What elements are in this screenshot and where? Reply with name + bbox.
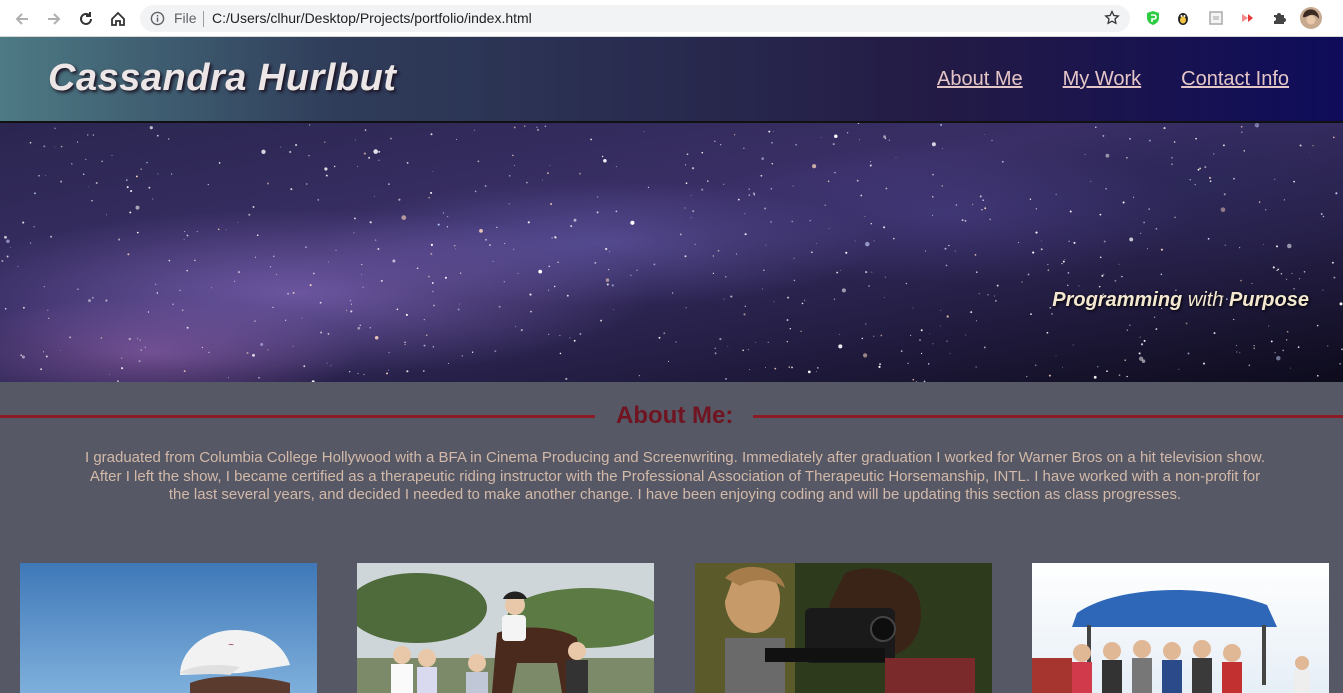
url-text[interactable]: C:/Users/clhur/Desktop/Projects/portfoli…: [212, 10, 532, 26]
tagline-word-programming: Programming: [1052, 289, 1183, 311]
about-heading-row: About Me:: [0, 400, 1343, 434]
forward-icon[interactable]: [42, 7, 66, 31]
photo-group-tent: [1032, 563, 1329, 693]
about-heading: About Me:: [616, 402, 734, 429]
reload-icon[interactable]: [74, 7, 98, 31]
shield-extension-icon[interactable]: [1143, 8, 1163, 28]
divider: [203, 11, 204, 27]
puzzle-icon[interactable]: [1269, 8, 1289, 28]
file-label: File: [174, 10, 197, 26]
heading-rule-right: [753, 415, 1343, 418]
starfield-image: [1, 123, 1343, 382]
nav-link-about-me[interactable]: About Me: [937, 68, 1023, 91]
profile-avatar[interactable]: [1300, 7, 1322, 29]
tagline-word-with: with: [1187, 289, 1224, 311]
photo-film-camera: [695, 563, 992, 693]
home-icon[interactable]: [106, 7, 130, 31]
photo-horse-riders: [357, 563, 654, 693]
nav-link-contact-info[interactable]: Contact Info: [1181, 68, 1289, 91]
record-extension-icon[interactable]: [1237, 8, 1257, 28]
heading-rule-left: [0, 415, 595, 418]
hero-tagline: Programming with Purpose: [1052, 289, 1309, 312]
bird-extension-icon[interactable]: [1173, 8, 1193, 28]
about-paragraph: I graduated from Columbia College Hollyw…: [84, 449, 1266, 503]
nav-link-my-work[interactable]: My Work: [1063, 68, 1142, 91]
browser-toolbar: File C:/Users/clhur/Desktop/Projects/por…: [0, 0, 1343, 37]
info-icon[interactable]: [150, 11, 165, 31]
main-nav: About Me My Work Contact Info: [937, 68, 1289, 91]
back-icon[interactable]: [10, 7, 34, 31]
photo-cap-portrait: ~: [20, 563, 317, 693]
site-header: Cassandra Hurlbut About Me My Work Conta…: [0, 37, 1343, 123]
address-bar[interactable]: File C:/Users/clhur/Desktop/Projects/por…: [140, 5, 1130, 32]
page-extension-icon[interactable]: [1206, 8, 1226, 28]
hero-banner: Programming with Purpose: [0, 123, 1343, 382]
tagline-word-purpose: Purpose: [1228, 289, 1309, 311]
site-title: Cassandra Hurlbut: [48, 57, 397, 99]
star-icon[interactable]: [1104, 9, 1120, 31]
svg-text:~: ~: [228, 640, 234, 651]
